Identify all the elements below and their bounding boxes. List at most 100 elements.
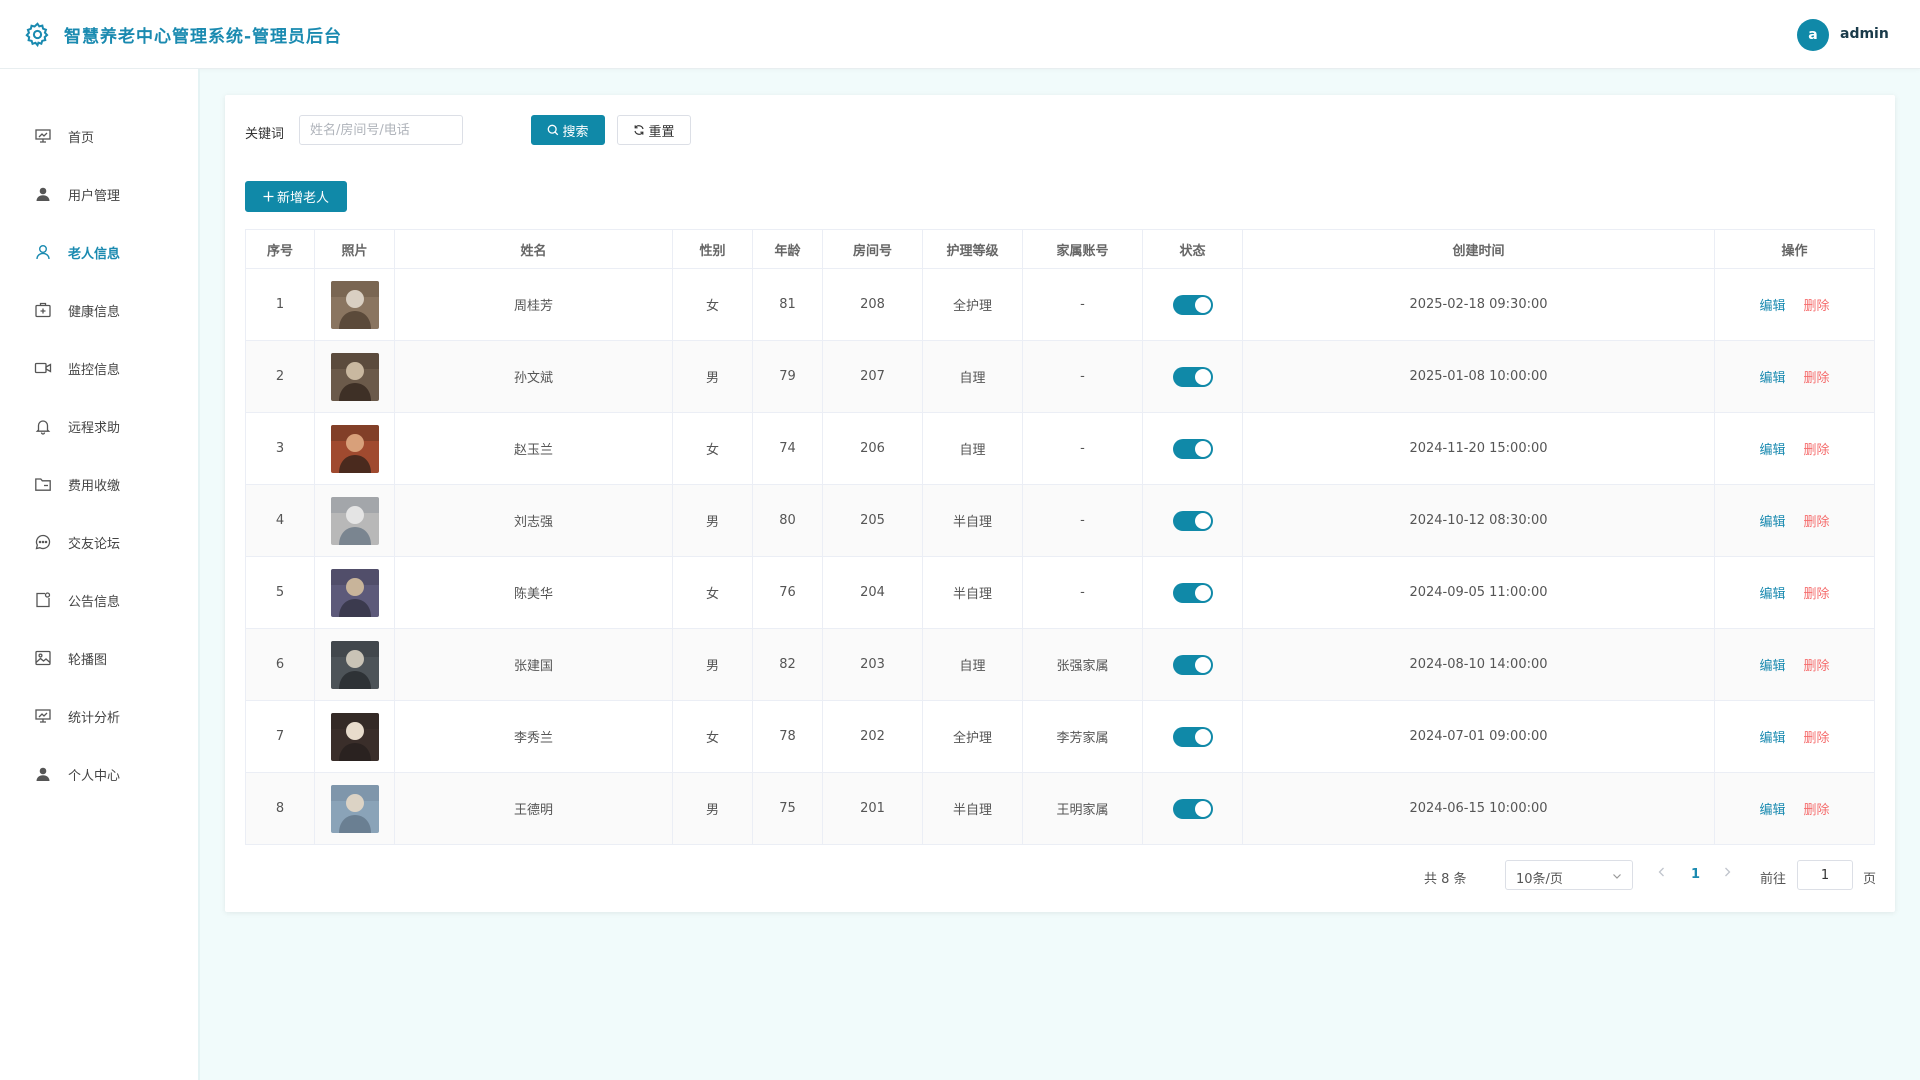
column-header: 操作	[1714, 229, 1875, 269]
status-toggle[interactable]	[1172, 654, 1213, 675]
sidebar-item-personal-center[interactable]: 个人中心	[0, 754, 198, 794]
keyword-label: 关键词	[245, 127, 285, 142]
sidebar-item-notices[interactable]: 公告信息	[0, 580, 198, 620]
reset-button[interactable]: 重置	[617, 115, 691, 145]
sidebar-item-fees[interactable]: 费用收缴	[0, 464, 198, 504]
prev-page-button[interactable]	[1657, 866, 1667, 882]
page-suffix: 页	[1863, 872, 1877, 887]
search-input[interactable]	[299, 115, 463, 145]
cell-age: 81	[752, 268, 823, 341]
username[interactable]: admin	[1840, 26, 1889, 42]
edit-link[interactable]: 编辑	[1759, 587, 1785, 602]
edit-link[interactable]: 编辑	[1759, 659, 1785, 674]
next-page-button[interactable]	[1722, 866, 1732, 882]
cell-gender: 男	[672, 484, 753, 557]
delete-link[interactable]: 删除	[1804, 731, 1830, 746]
column-header: 护理等级	[922, 229, 1023, 269]
elderly-photo[interactable]	[330, 712, 379, 761]
avatar[interactable]: a	[1797, 19, 1829, 51]
sidebar-item-forum[interactable]: 交友论坛	[0, 522, 198, 562]
edit-link[interactable]: 编辑	[1759, 731, 1785, 746]
edit-link[interactable]: 编辑	[1759, 803, 1785, 818]
status-toggle[interactable]	[1172, 366, 1213, 387]
elderly-photo[interactable]	[330, 640, 379, 689]
cell-family-account: -	[1022, 556, 1143, 629]
elderly-photo[interactable]	[330, 496, 379, 545]
status-toggle[interactable]	[1172, 510, 1213, 531]
status-toggle[interactable]	[1172, 438, 1213, 459]
edit-link[interactable]: 编辑	[1759, 443, 1785, 458]
delete-link[interactable]: 删除	[1804, 443, 1830, 458]
sidebar-item-monitoring[interactable]: 监控信息	[0, 348, 198, 388]
sidebar-item-elderly-info[interactable]: 老人信息	[0, 232, 198, 272]
page-size-value: 10条/页	[1516, 872, 1563, 887]
delete-link[interactable]: 删除	[1804, 299, 1830, 314]
cell-family-account: -	[1022, 484, 1143, 557]
person-outline-icon	[36, 245, 50, 260]
elderly-photo[interactable]	[330, 784, 379, 833]
column-header: 状态	[1142, 229, 1243, 269]
sidebar-item-health-info[interactable]: 健康信息	[0, 290, 198, 330]
cell-care-level: 全护理	[922, 700, 1023, 773]
delete-link[interactable]: 删除	[1804, 587, 1830, 602]
cell-family-account: -	[1022, 340, 1143, 413]
table-row: 1 周桂芳女 81 208 全护理 - 2025-02-18 09:30:00 编辑 删除	[245, 268, 1875, 341]
sidebar-item-label: 交友论坛	[68, 537, 121, 552]
cell-care-level: 自理	[922, 340, 1023, 413]
cell-gender: 女	[672, 268, 753, 341]
cell-status	[1142, 556, 1243, 629]
status-toggle[interactable]	[1172, 726, 1213, 747]
toggle-knob	[1194, 584, 1211, 601]
cell-actions: 编辑 删除	[1714, 268, 1875, 341]
cell-index: 7	[245, 700, 315, 773]
delete-link[interactable]: 删除	[1804, 803, 1830, 818]
cell-room: 205	[822, 484, 923, 557]
edit-link[interactable]: 编辑	[1759, 299, 1785, 314]
sidebar-item-home[interactable]: 首页	[0, 116, 198, 156]
page-number-current[interactable]: 1	[1691, 867, 1700, 882]
elderly-photo[interactable]	[330, 424, 379, 473]
cell-gender: 女	[672, 556, 753, 629]
elderly-photo[interactable]	[330, 352, 379, 401]
search-button[interactable]: 搜索	[531, 115, 605, 145]
cell-created-time: 2024-08-10 14:00:00	[1242, 628, 1715, 701]
top-header: 智慧养老中心管理系统-管理员后台 a admin	[0, 0, 1920, 69]
goto-page-input[interactable]	[1797, 860, 1853, 890]
cell-room: 207	[822, 340, 923, 413]
delete-link[interactable]: 删除	[1804, 515, 1830, 530]
status-toggle[interactable]	[1172, 582, 1213, 603]
search-icon	[548, 124, 559, 136]
column-header: 序号	[245, 229, 315, 269]
cell-name: 张建国	[394, 628, 673, 701]
dashboard-icon	[35, 129, 51, 143]
cell-name: 周桂芳	[394, 268, 673, 341]
cell-care-level: 全护理	[922, 268, 1023, 341]
edit-link[interactable]: 编辑	[1759, 371, 1785, 386]
status-toggle[interactable]	[1172, 294, 1213, 315]
table-row: 4 刘志强男 80 205 半自理 - 2024-10-12 08:30:00 编辑 删除	[245, 484, 1875, 557]
status-toggle[interactable]	[1172, 798, 1213, 819]
cell-age: 78	[752, 700, 823, 773]
elderly-photo[interactable]	[330, 280, 379, 329]
delete-link[interactable]: 删除	[1804, 371, 1830, 386]
sidebar-item-user-management[interactable]: 用户管理	[0, 174, 198, 214]
edit-link[interactable]: 编辑	[1759, 515, 1785, 530]
elderly-photo[interactable]	[330, 568, 379, 617]
cell-name: 王德明	[394, 772, 673, 845]
cell-index: 2	[245, 340, 315, 413]
cell-age: 75	[752, 772, 823, 845]
chevron-right-icon	[1725, 867, 1731, 877]
delete-link[interactable]: 删除	[1804, 659, 1830, 674]
sidebar-item-statistics[interactable]: 统计分析	[0, 696, 198, 736]
column-header: 创建时间	[1242, 229, 1715, 269]
add-elderly-button[interactable]: 新增老人	[245, 181, 347, 212]
sidebar-item-remote-help[interactable]: 远程求助	[0, 406, 198, 446]
cell-age: 82	[752, 628, 823, 701]
bell-icon	[35, 420, 51, 435]
page-size-select[interactable]: 10条/页	[1505, 860, 1633, 890]
sidebar-item-carousel[interactable]: 轮播图	[0, 638, 198, 678]
toggle-knob	[1194, 296, 1211, 313]
column-header: 姓名	[394, 229, 673, 269]
sidebar-item-label: 费用收缴	[68, 479, 121, 494]
cell-actions: 编辑 删除	[1714, 700, 1875, 773]
